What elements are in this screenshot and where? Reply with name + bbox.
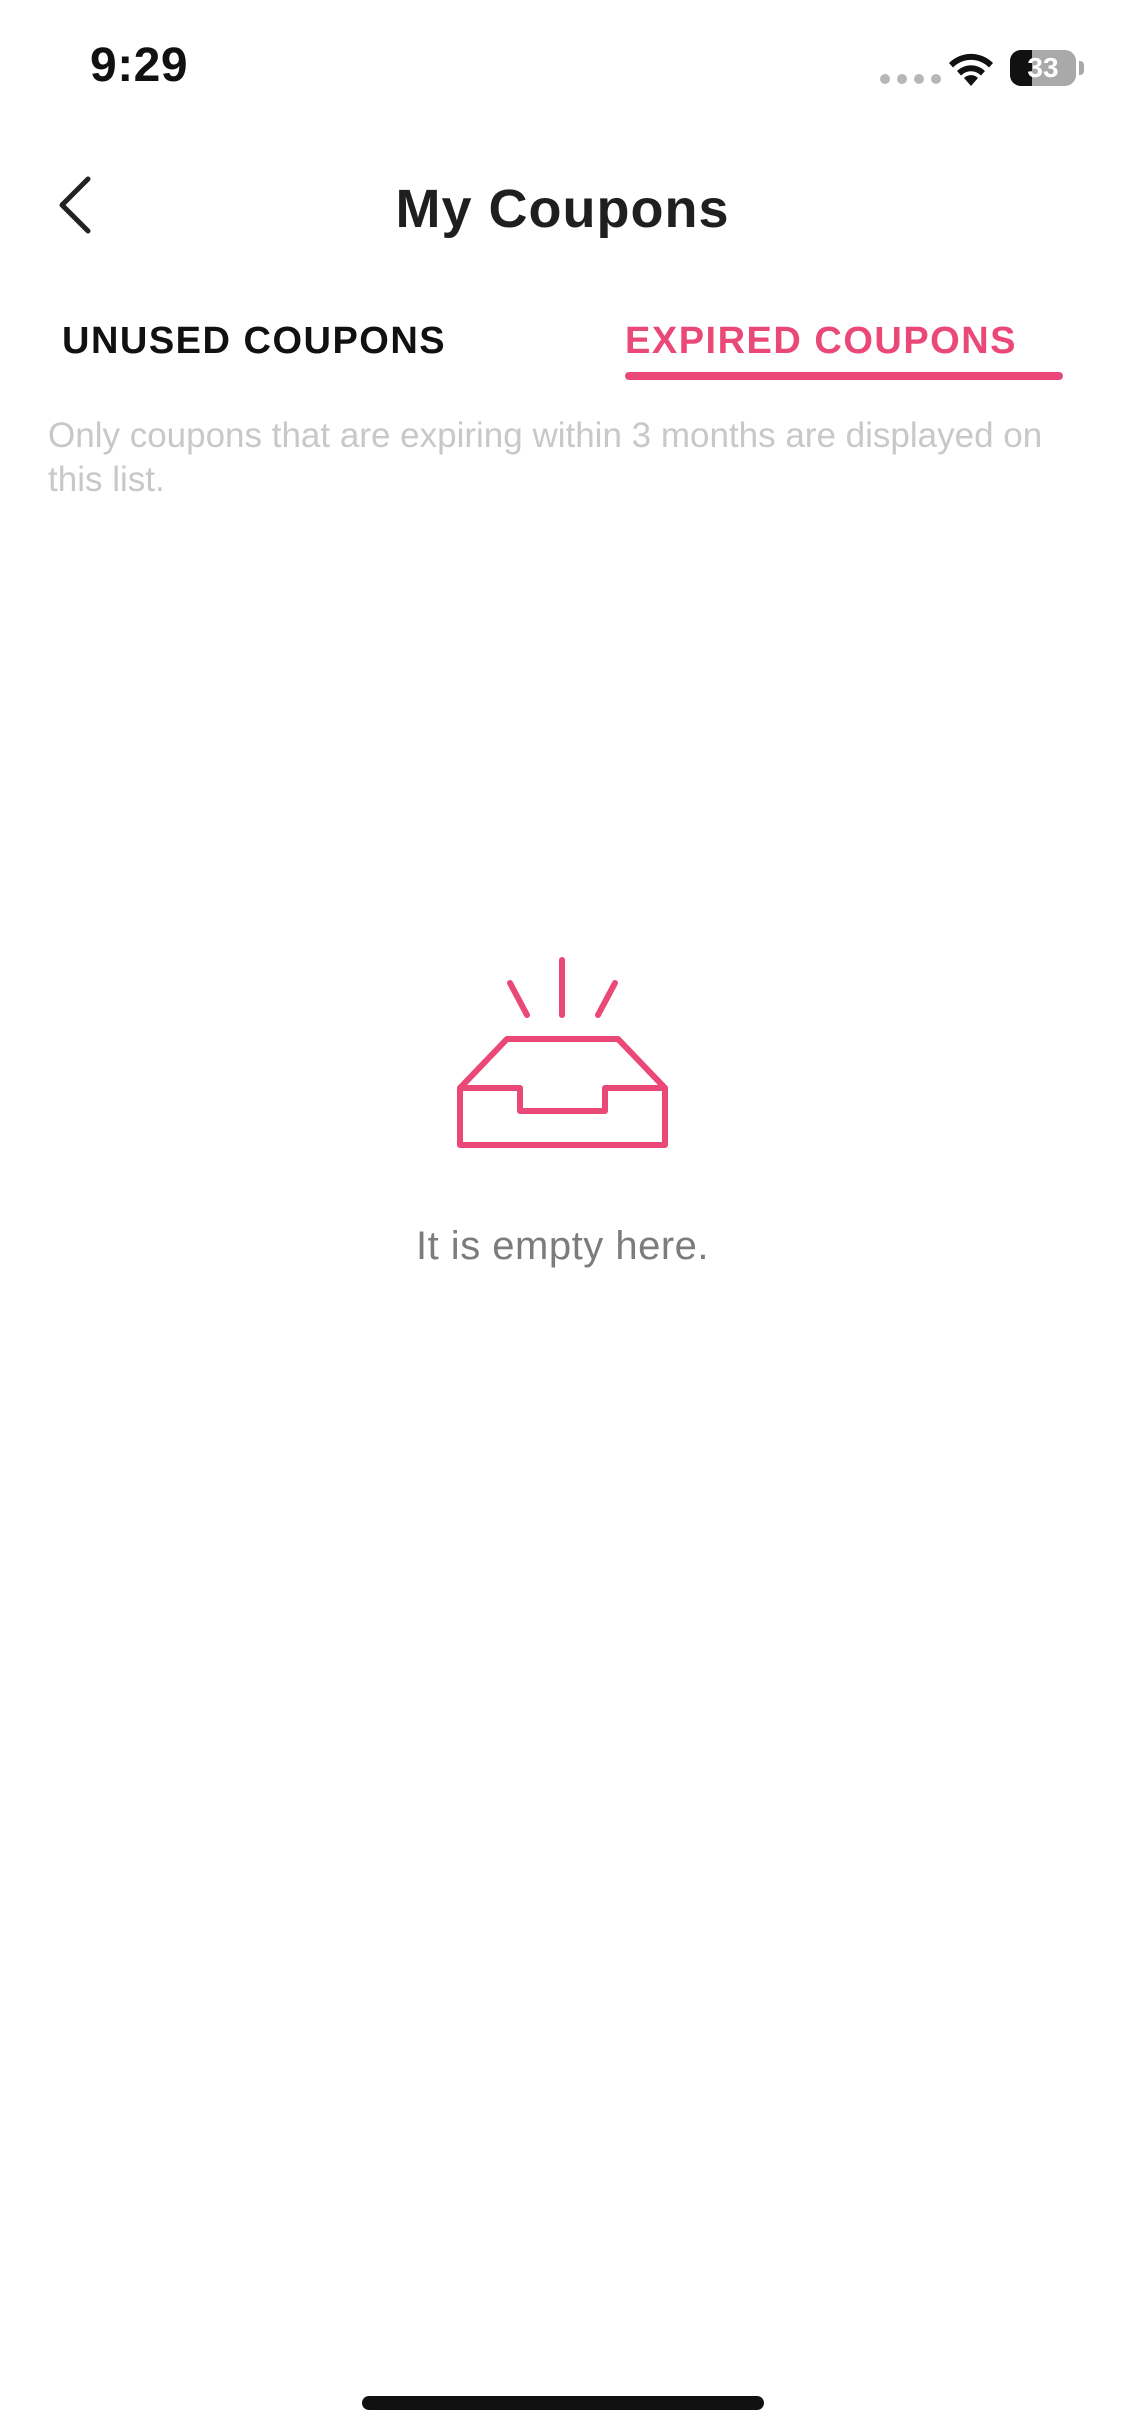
battery-cap: [1079, 61, 1084, 75]
status-bar: 9:29 33: [0, 0, 1125, 140]
status-time: 9:29: [90, 39, 189, 92]
battery-level: 33: [1027, 52, 1059, 83]
wifi-icon: [949, 53, 993, 86]
tab-expired-coupons[interactable]: EXPIRED COUPONS: [625, 320, 1017, 363]
page-title: My Coupons: [395, 179, 730, 239]
active-tab-indicator: [625, 372, 1063, 380]
empty-state-message: It is empty here.: [415, 1224, 710, 1268]
empty-inbox-icon: [457, 957, 668, 1148]
battery-icon: 33: [1010, 50, 1076, 86]
home-indicator[interactable]: [362, 2396, 764, 2410]
info-text: Only coupons that are expiring within 3 …: [48, 416, 1043, 499]
cellular-signal-icon: [880, 74, 941, 84]
tab-unused-coupons[interactable]: UNUSED COUPONS: [62, 320, 446, 363]
